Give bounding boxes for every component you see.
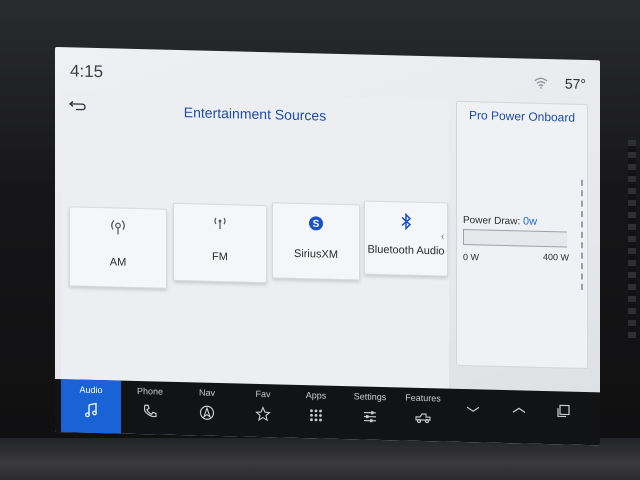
am-antenna-icon: [111, 220, 125, 235]
source-tile-am[interactable]: AM: [69, 206, 167, 289]
truck-icon: [415, 413, 431, 424]
chevron-up-icon: [512, 407, 526, 413]
svg-text:S: S: [313, 219, 320, 230]
nav-item-chevron-down[interactable]: [451, 389, 495, 443]
chevron-down-icon: [466, 406, 480, 412]
fm-antenna-icon: [214, 217, 226, 230]
screens-icon: [557, 404, 570, 418]
nav-item-fav[interactable]: Fav: [238, 383, 288, 437]
music-note-icon: [85, 402, 97, 418]
status-time: 4:15: [70, 61, 104, 82]
collapse-chevron-icon[interactable]: ‹: [441, 231, 444, 242]
power-panel-title: Pro Power Onboard: [468, 108, 576, 125]
nav-item-label: Nav: [198, 387, 215, 398]
star-icon: [255, 406, 271, 422]
siriusxm-icon: S: [309, 216, 323, 231]
bluetooth-icon: [401, 212, 412, 231]
nav-item-label: Audio: [79, 384, 103, 396]
dashboard-trim: [0, 438, 640, 480]
source-tiles: AM FM S SiriusXM Bluetooth Audio: [69, 200, 449, 302]
power-draw-bar: [463, 228, 567, 248]
nav-item-apps[interactable]: Apps: [291, 385, 341, 439]
pro-power-panel[interactable]: Pro Power Onboard Power Draw: 0w 0 W 400…: [456, 100, 588, 370]
nav-item-audio[interactable]: Audio: [61, 379, 121, 434]
entertainment-sources-panel: Entertainment Sources AM FM S SiriusXM B…: [61, 91, 449, 391]
power-draw-value: 0w: [523, 215, 538, 228]
power-draw-readout: Power Draw: 0w: [463, 214, 537, 228]
power-max-label: 400 W: [542, 251, 569, 263]
nav-item-screens[interactable]: [543, 391, 583, 445]
nav-item-label: Phone: [136, 386, 164, 397]
panel-title: Entertainment Sources: [183, 104, 327, 124]
nav-item-chevron-up[interactable]: [499, 390, 539, 444]
air-vent: [628, 140, 636, 340]
nav-item-label: Features: [405, 392, 441, 404]
source-label: AM: [109, 256, 127, 269]
source-tile-fm[interactable]: FM: [173, 202, 267, 284]
power-min-label: 0 W: [463, 251, 480, 263]
phone-icon: [143, 404, 157, 418]
infotainment-screen: 4:15 57° Entertainment Sources AM FM S S…: [55, 47, 600, 446]
settings-sliders-icon: [364, 411, 376, 423]
source-tile-siriusxm[interactable]: S SiriusXM: [272, 202, 360, 281]
source-label: FM: [212, 250, 228, 264]
nav-item-label: Apps: [305, 390, 327, 401]
nav-item-nav[interactable]: Nav: [180, 382, 234, 436]
outside-temperature: 57°: [564, 75, 586, 92]
source-label: Bluetooth Audio: [367, 243, 445, 258]
source-label: SiriusXM: [293, 247, 338, 261]
apps-grid-icon: [310, 409, 322, 422]
nav-item-features[interactable]: Features: [398, 387, 448, 441]
nav-item-label: Fav: [255, 388, 271, 400]
scroll-indicator[interactable]: [581, 179, 583, 290]
wifi-icon: [534, 77, 548, 89]
nav-item-label: Settings: [353, 391, 387, 403]
source-tile-bluetooth[interactable]: Bluetooth Audio: [364, 200, 448, 277]
navigation-icon: [199, 405, 215, 420]
power-draw-label: Power Draw:: [463, 214, 521, 228]
nav-item-phone[interactable]: Phone: [124, 381, 176, 435]
nav-item-settings[interactable]: Settings: [345, 386, 395, 440]
